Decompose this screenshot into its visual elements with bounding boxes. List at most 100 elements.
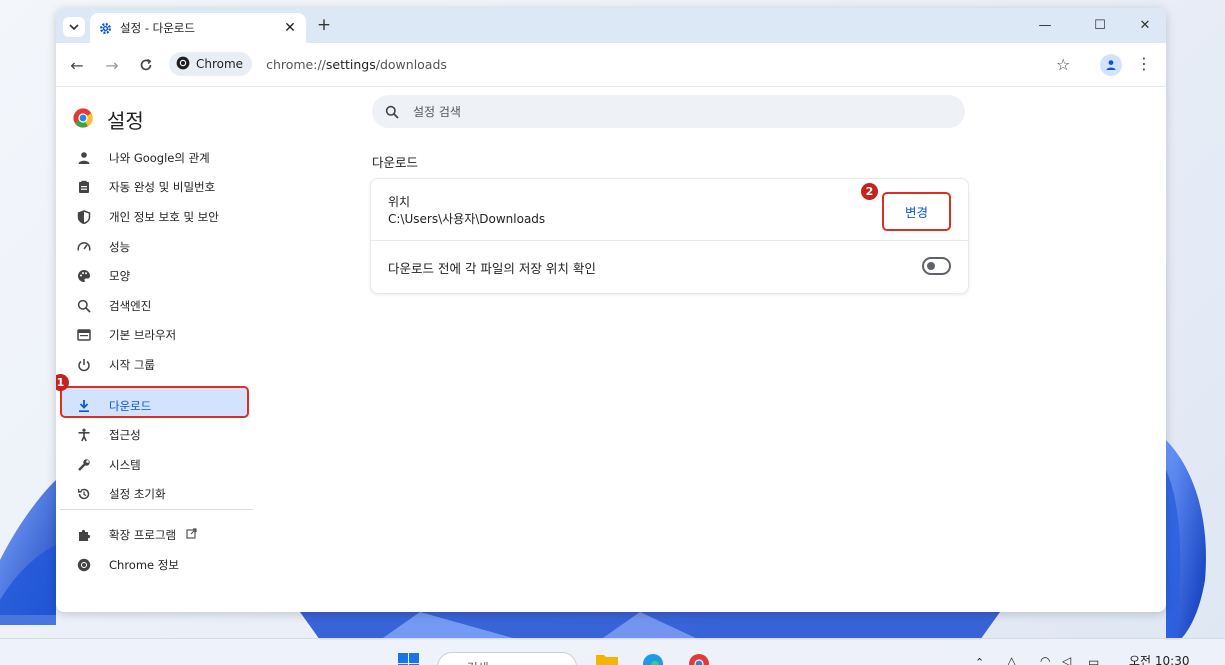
card-divider [371,240,968,241]
sidebar-item-5[interactable]: 검색엔진 [56,291,256,321]
sidebar-nav: 나와 Google의 관계자동 완성 및 비밀번호개인 정보 보호 및 보안성능… [56,143,256,579]
location-path: C:\Users\사용자\Downloads [388,212,546,226]
sidebar-item-label: 나와 Google의 관계 [109,150,210,165]
sidebar-item-11[interactable]: 설정 초기화 [56,480,256,510]
sidebar-item-label: 시스템 [109,457,141,472]
address-bar[interactable]: Chrome chrome://settings/downloads [169,48,1087,80]
tab-close-icon[interactable]: ✕ [282,20,298,36]
close-window-button[interactable]: ✕ [1130,14,1160,36]
puzzle-icon [75,526,93,544]
downloads-card: 위치 C:\Users\사용자\Downloads 변경 2 다운로드 전에 각… [371,179,968,293]
bookmark-star-icon[interactable]: ☆ [1056,55,1070,74]
taskbar: ⌕ 검색 ⌃ △ ◠ ◁ ▭ 오전 10:30 [0,638,1225,665]
site-chip[interactable]: Chrome [169,52,253,76]
tab-search-button[interactable] [63,17,85,37]
sidebar-item-label: 모양 [109,269,131,284]
chrome-icon [75,556,93,574]
wrench-icon [75,456,93,474]
warning-icon[interactable]: △ [1007,654,1016,665]
sidebar-item-4[interactable]: 모양 [56,261,256,291]
taskbar-search[interactable]: ⌕ 검색 [437,652,577,665]
sidebar-item-label: 설정 초기화 [109,487,166,502]
sidebar-item-label: 다운로드 [109,398,152,413]
gear-icon [98,21,112,35]
sidebar-item-3[interactable]: 성능 [56,232,256,262]
sidebar-item-label: 검색엔진 [109,298,152,313]
accessibility-icon [75,426,93,444]
chrome-logo-icon [73,108,93,131]
annotation-badge-2: 2 [861,183,878,200]
section-title: 다운로드 [372,155,419,170]
search-icon [385,105,399,119]
reload-button[interactable] [136,55,156,75]
windows-logo-icon [398,653,419,665]
toolbar: ← → Chrome chrome://settings/downloads ☆… [56,43,1166,87]
edge-icon[interactable] [642,653,664,665]
reload-icon [140,58,152,71]
start-button[interactable] [398,653,420,665]
browser-icon [75,326,93,344]
person-icon [75,149,93,167]
new-tab-button[interactable]: + [314,15,334,35]
location-label: 위치 [388,195,411,209]
sidebar-item-6[interactable]: 기본 브라우저 [56,321,256,351]
tab-strip: 설정 - 다운로드 ✕ + — ☐ ✕ [56,8,1166,43]
palette-icon [75,267,93,285]
sidebar-item-9[interactable]: 접근성 [56,420,256,450]
power-icon [75,356,93,374]
ask-location-toggle[interactable] [922,257,951,275]
profile-button[interactable] [1100,54,1122,76]
wifi-icon[interactable]: ◠ [1040,654,1050,665]
sidebar-item-label: 자동 완성 및 비밀번호 [109,180,216,195]
person-icon [1106,60,1116,70]
sidebar-item-2[interactable]: 개인 정보 보호 및 보안 [56,202,256,232]
download-icon [75,397,93,415]
sidebar-item-label: 접근성 [109,428,141,443]
forward-button[interactable]: → [102,55,122,75]
back-button[interactable]: ← [67,55,87,75]
settings-search-input[interactable]: 설정 검색 [372,95,965,128]
clipboard-icon [75,178,93,196]
sidebar-item-label: 시작 그룹 [109,357,155,372]
reset-icon [75,485,93,503]
search-icon [75,297,93,315]
tab-settings[interactable]: 설정 - 다운로드 ✕ [90,13,306,43]
battery-icon[interactable]: ▭ [1088,655,1099,665]
sidebar-item-10[interactable]: 시스템 [56,450,256,480]
sidebar-item-1[interactable]: 자동 완성 및 비밀번호 [56,173,256,203]
open-in-new-icon [186,528,197,542]
ask-location-label: 다운로드 전에 각 파일의 저장 위치 확인 [388,261,596,276]
speedometer-icon [75,238,93,256]
volume-icon[interactable]: ◁ [1062,654,1071,665]
file-explorer-icon[interactable] [596,653,618,665]
tab-title: 설정 - 다운로드 [120,21,195,35]
sidebar-item-0[interactable]: 나와 Google의 관계 [56,143,256,173]
settings-header: 설정 [73,105,144,134]
page-title: 설정 [107,109,144,133]
browser-window: 설정 - 다운로드 ✕ + — ☐ ✕ ← → Chrome chrome://… [56,8,1166,612]
sidebar-item-label: 확장 프로그램 [109,527,177,542]
shield-icon [75,208,93,226]
url-text[interactable]: chrome://settings/downloads [266,57,447,72]
sidebar-item-label: Chrome 정보 [109,557,179,572]
sidebar-item-12[interactable]: 확장 프로그램 [56,520,256,550]
more-menu-button[interactable]: ⋮ [1136,54,1152,73]
sidebar-item-13[interactable]: Chrome 정보 [56,550,256,580]
taskbar-clock[interactable]: 오전 10:30 [1129,652,1189,665]
sidebar-item-8[interactable]: 다운로드 [56,391,256,421]
sidebar-item-7[interactable]: 시작 그룹 [56,350,256,380]
toggle-knob [927,262,935,270]
location-row: 위치 C:\Users\사용자\Downloads [388,194,545,228]
tray-chevron-up-icon[interactable]: ⌃ [975,656,984,665]
chevron-down-icon [69,24,79,31]
sidebar-item-label: 개인 정보 보호 및 보안 [109,209,219,224]
maximize-button[interactable]: ☐ [1085,14,1115,36]
taskbar-search-icon: ⌕ [450,660,457,665]
site-chip-label: Chrome [196,57,244,71]
chrome-icon [176,56,190,73]
sidebar-divider [60,509,253,510]
minimize-button[interactable]: — [1030,14,1060,36]
chrome-taskbar-icon[interactable] [688,653,710,665]
change-location-button[interactable]: 변경 [882,192,951,231]
sidebar-item-label: 성능 [109,239,131,254]
